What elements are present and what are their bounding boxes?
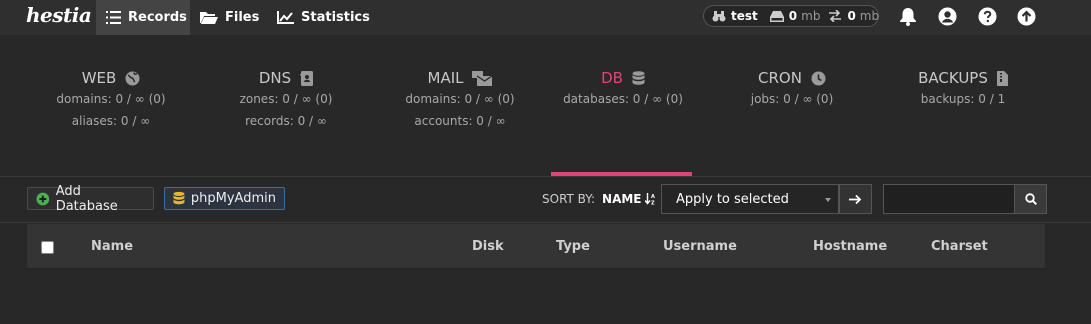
- disk-segment: 0 mb: [769, 9, 821, 23]
- help-button[interactable]: [977, 6, 997, 26]
- username: test: [731, 9, 758, 23]
- mail-bulk-icon: [472, 70, 493, 86]
- stat-web-head: WEB: [21, 68, 201, 88]
- globe-icon: [125, 71, 140, 85]
- stat-tab-cron[interactable]: CRON jobs: 0 / ∞ (0): [702, 68, 882, 110]
- add-database-button[interactable]: Add Database: [27, 184, 154, 214]
- svg-text:A: A: [651, 194, 655, 200]
- database-icon: [173, 191, 185, 205]
- stat-mail-head: MAIL: [370, 68, 550, 88]
- disk-value: 0: [788, 9, 798, 23]
- stat-backups-title: BACKUPS: [918, 69, 988, 87]
- file-archive-icon: [996, 70, 1008, 86]
- search-input[interactable]: [883, 184, 1015, 214]
- column-header-disk[interactable]: Disk: [472, 239, 504, 254]
- sort-by-label: SORT BY:: [542, 192, 596, 206]
- exchange-icon: [829, 10, 842, 22]
- column-header-username[interactable]: Username: [663, 239, 737, 254]
- caret-down-icon: [825, 198, 831, 202]
- apply-bulk-button[interactable]: [839, 184, 872, 214]
- notifications-button[interactable]: [898, 6, 918, 26]
- add-database-label: Add Database: [55, 183, 118, 214]
- scroll-top-button[interactable]: [1016, 6, 1036, 26]
- column-header-type[interactable]: Type: [556, 239, 590, 254]
- stat-tab-dns[interactable]: DNS zones: 0 / ∞ (0) records: 0 / ∞: [196, 68, 376, 132]
- user-circle-icon: [938, 7, 956, 25]
- arrow-up-circle-icon: [1017, 7, 1035, 25]
- nav-records-label: Records: [128, 10, 187, 25]
- bandwidth-value: 0: [847, 9, 856, 23]
- disk-unit: mb: [801, 9, 821, 23]
- plus-circle-icon: [36, 192, 50, 205]
- stat-mail-line: accounts: 0 / ∞: [414, 114, 506, 128]
- stat-web-line: aliases: 0 / ∞: [71, 114, 151, 128]
- chart-line-icon: [277, 11, 294, 24]
- stat-dns-head: DNS: [196, 68, 376, 88]
- select-all-checkbox[interactable]: [41, 241, 54, 254]
- bandwidth-unit: mb: [859, 9, 880, 23]
- address-book-icon: [300, 70, 314, 86]
- sort-by-control[interactable]: SORT BY: NAME AZ: [542, 192, 656, 206]
- bandwidth-segment: 0 mb: [828, 9, 879, 23]
- divider: [0, 176, 1091, 177]
- nav-files[interactable]: Files: [200, 0, 259, 35]
- bulk-action-value: Apply to selected: [676, 191, 789, 207]
- user-account-button[interactable]: [937, 6, 957, 26]
- stat-backups-head: BACKUPS: [873, 68, 1053, 88]
- stat-backups-line: backups: 0 / 1: [920, 92, 1006, 106]
- nav-records[interactable]: Records: [96, 0, 190, 35]
- folder-open-icon: [200, 12, 218, 24]
- column-header-hostname[interactable]: Hostname: [813, 239, 887, 254]
- stat-mail-line: domains: 0 / ∞ (0): [405, 92, 515, 106]
- sort-alpha-down-icon: AZ: [644, 193, 655, 206]
- stat-cron-head: CRON: [702, 68, 882, 88]
- stat-dns-line: records: 0 / ∞: [245, 114, 327, 128]
- stat-tab-mail[interactable]: MAIL domains: 0 / ∞ (0) accounts: 0 / ∞: [370, 68, 550, 132]
- stat-tab-web[interactable]: WEB domains: 0 / ∞ (0) aliases: 0 / ∞: [21, 68, 201, 132]
- user-segment: test: [712, 9, 762, 23]
- stat-web-line: domains: 0 / ∞ (0): [56, 92, 166, 106]
- stat-tab-backups[interactable]: BACKUPS backups: 0 / 1: [873, 68, 1053, 110]
- phpmyadmin-button[interactable]: phpMyAdmin: [164, 187, 285, 210]
- list-icon: [106, 11, 121, 24]
- clock-icon: [811, 71, 826, 85]
- stat-cron-title: CRON: [758, 69, 802, 87]
- sort-by-value: NAME: [602, 192, 642, 206]
- column-header-charset[interactable]: Charset: [931, 239, 988, 254]
- bell-icon: [900, 7, 916, 26]
- search-button[interactable]: [1014, 184, 1047, 214]
- column-header-name[interactable]: Name: [91, 239, 133, 254]
- svg-text:Z: Z: [651, 201, 655, 206]
- question-circle-icon: [978, 7, 996, 25]
- phpmyadmin-label: phpMyAdmin: [190, 191, 276, 206]
- stat-db-title: DB: [601, 69, 623, 87]
- hard-drive-icon: [769, 10, 784, 22]
- hestia-logo[interactable]: hestia: [26, 3, 92, 27]
- stat-cron-line: jobs: 0 / ∞ (0): [750, 92, 834, 106]
- search-icon: [1024, 193, 1037, 205]
- stat-tab-db[interactable]: DB databases: 0 / ∞ (0): [533, 68, 713, 110]
- nav-statistics-label: Statistics: [301, 10, 370, 25]
- table-header: Name Disk Type Username Hostname Charset: [27, 224, 1045, 270]
- nav-statistics[interactable]: Statistics: [277, 0, 370, 35]
- stat-web-title: WEB: [81, 69, 117, 87]
- user-usage-pill[interactable]: test 0 mb 0 mb: [703, 5, 879, 27]
- binoculars-icon: [712, 11, 726, 22]
- bulk-action-select[interactable]: Apply to selected: [661, 184, 839, 214]
- stat-dns-line: zones: 0 / ∞ (0): [239, 92, 333, 106]
- nav-files-label: Files: [225, 10, 260, 25]
- stat-db-line: databases: 0 / ∞ (0): [563, 92, 683, 106]
- top-bar: hestia Records Files Statistics test 0 m…: [0, 0, 1091, 35]
- stat-mail-title: MAIL: [427, 69, 464, 87]
- stat-db-head: DB: [533, 68, 713, 88]
- stat-dns-title: DNS: [258, 69, 292, 87]
- database-icon: [632, 70, 645, 85]
- divider: [0, 222, 1091, 223]
- arrow-right-icon: [849, 194, 862, 204]
